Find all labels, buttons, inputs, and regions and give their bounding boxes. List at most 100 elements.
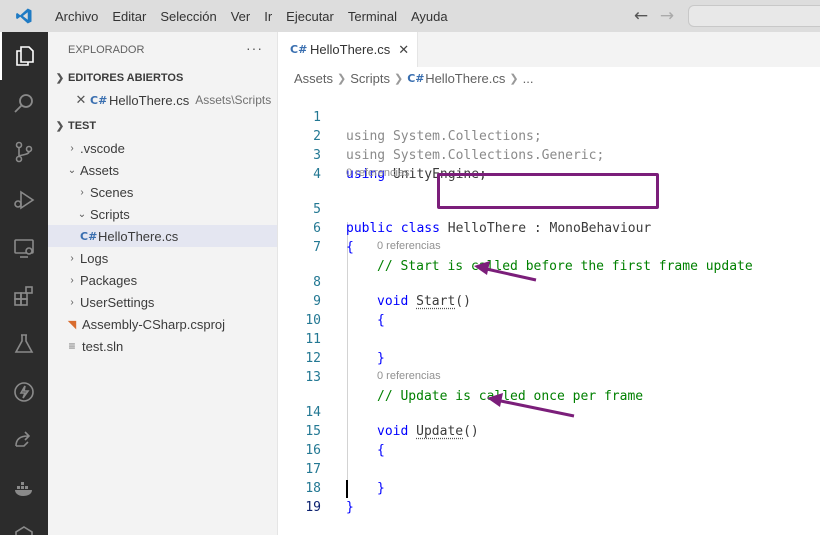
breadcrumb-file[interactable]: HelloThere.cs xyxy=(425,71,505,86)
open-editors-label: EDITORES ABIERTOS xyxy=(68,72,183,84)
run-debug-icon[interactable] xyxy=(0,176,48,224)
code-line-9: 9 { xyxy=(278,273,820,292)
code-line-8: 8 void Start() xyxy=(278,254,820,273)
line-number: 19 xyxy=(278,498,321,517)
chevron-down-icon: ⌄ xyxy=(74,209,90,220)
chevron-right-icon: ❯ xyxy=(509,72,518,85)
editor-tabs: C# HelloThere.cs ✕ xyxy=(278,32,820,67)
search-icon[interactable] xyxy=(0,80,48,128)
code-line-12: 12 xyxy=(278,330,820,349)
folder-label: TEST xyxy=(68,120,96,132)
code-line-11: 11 } xyxy=(278,311,820,330)
source-control-icon[interactable] xyxy=(0,128,48,176)
chevron-right-icon: › xyxy=(64,275,80,286)
menu-seleccion[interactable]: Selección xyxy=(153,9,223,24)
csharp-file-icon: C# xyxy=(407,72,423,85)
arrow-right-icon[interactable]: → xyxy=(654,6,680,26)
code-line-2: 2 using System.Collections.Generic; xyxy=(278,108,820,127)
tree-item-usersettings[interactable]: › UserSettings xyxy=(48,291,277,313)
tree-item-scenes[interactable]: › Scenes xyxy=(48,181,277,203)
title-bar: Archivo Editar Selección Ver Ir Ejecutar… xyxy=(0,0,820,32)
open-editors-header[interactable]: ❯ EDITORES ABIERTOS xyxy=(48,67,277,89)
chevron-right-icon: ❯ xyxy=(394,72,403,85)
csharp-file-icon: C# xyxy=(80,230,96,243)
docker-icon[interactable] xyxy=(0,464,48,512)
csharp-file-icon: C# xyxy=(90,94,106,107)
tree-item-label: .vscode xyxy=(80,141,125,156)
menu-archivo[interactable]: Archivo xyxy=(48,9,105,24)
explorer-title-text: EXPLORADOR xyxy=(68,44,144,56)
tree-item-label: UserSettings xyxy=(80,295,154,310)
tree-item-hellothere[interactable]: C# HelloThere.cs xyxy=(48,225,277,247)
chevron-right-icon: › xyxy=(74,187,90,198)
open-editor-name: HelloThere.cs xyxy=(109,93,189,108)
code-line-3: 3 using UnityEngine; xyxy=(278,127,820,146)
command-center-search[interactable] xyxy=(688,5,820,27)
tree-item-label: Packages xyxy=(80,273,137,288)
testing-icon[interactable] xyxy=(0,320,48,368)
chevron-right-icon: ❯ xyxy=(337,72,346,85)
code-line-18: 18 } xyxy=(278,460,820,479)
menu-terminal[interactable]: Terminal xyxy=(341,9,404,24)
navigation-arrows: ← → xyxy=(628,0,680,32)
breadcrumb: Assets ❯ Scripts ❯ C# HelloThere.cs ❯ ..… xyxy=(278,67,820,89)
breadcrumb-more[interactable]: ... xyxy=(523,71,534,86)
tree-item-label: test.sln xyxy=(82,339,123,354)
codelens-references[interactable]: 0 referencias xyxy=(346,167,410,181)
code-line-7: 7 // Start is called before the first fr… xyxy=(278,219,820,238)
chevron-right-icon: › xyxy=(64,253,80,264)
code-text: } xyxy=(346,498,354,517)
code-line-10: 10 xyxy=(278,292,820,311)
arrow-left-icon[interactable]: ← xyxy=(628,6,654,26)
menu-bar: Archivo Editar Selección Ver Ir Ejecutar… xyxy=(48,0,455,32)
chevron-right-icon: › xyxy=(64,297,80,308)
code-line-4: 4 xyxy=(278,146,820,165)
menu-ayuda[interactable]: Ayuda xyxy=(404,9,455,24)
tree-item-label: Assets xyxy=(80,163,119,178)
explorer-sidebar: EXPLORADOR ··· ❯ EDITORES ABIERTOS ✕ C# … xyxy=(48,32,278,535)
tree-item-vscode[interactable]: › .vscode xyxy=(48,137,277,159)
tree-item-label: Scenes xyxy=(90,185,133,200)
code-line-16: 16 xyxy=(278,422,820,441)
codelens-references[interactable]: 0 referencias xyxy=(377,370,441,384)
annotation-highlight-box xyxy=(437,173,659,209)
vscode-logo-icon xyxy=(0,0,48,32)
tree-item-logs[interactable]: › Logs xyxy=(48,247,277,269)
code-line-19: 19 xyxy=(278,479,820,498)
open-editor-item[interactable]: ✕ C# HelloThere.cs Assets\Scripts xyxy=(48,89,277,111)
open-editor-path: Assets\Scripts xyxy=(195,93,271,107)
close-icon[interactable]: ✕ xyxy=(398,42,409,58)
chevron-down-icon: ❯ xyxy=(52,73,68,84)
accounts-icon[interactable] xyxy=(0,512,48,535)
editor-area: C# HelloThere.cs ✕ Assets ❯ Scripts ❯ C#… xyxy=(278,32,820,535)
tree-item-assets[interactable]: ⌄ Assets xyxy=(48,159,277,181)
breadcrumb-assets[interactable]: Assets xyxy=(294,71,333,86)
codelens-references[interactable]: 0 referencias xyxy=(377,240,441,254)
code-line-17: 17 } xyxy=(278,441,820,460)
menu-ejecutar[interactable]: Ejecutar xyxy=(279,9,341,24)
folder-header-test[interactable]: ❯ TEST xyxy=(48,115,277,137)
close-icon[interactable]: ✕ xyxy=(72,92,90,108)
breadcrumb-scripts[interactable]: Scripts xyxy=(350,71,390,86)
code-line-14: 14 void Update() xyxy=(278,384,820,403)
live-share-icon[interactable] xyxy=(0,416,48,464)
explorer-title: EXPLORADOR ··· xyxy=(48,32,277,67)
menu-ir[interactable]: Ir xyxy=(257,9,279,24)
remote-explorer-icon[interactable] xyxy=(0,224,48,272)
tree-item-scripts[interactable]: ⌄ Scripts xyxy=(48,203,277,225)
code-line-15: 15 { xyxy=(278,403,820,422)
code-line-13: 13 // Update is called once per frame xyxy=(278,349,820,368)
lightning-icon[interactable] xyxy=(0,368,48,416)
tree-item-csproj[interactable]: ◥ Assembly-CSharp.csproj xyxy=(48,313,277,335)
chevron-down-icon: ⌄ xyxy=(64,165,80,176)
extensions-icon[interactable] xyxy=(0,272,48,320)
menu-ver[interactable]: Ver xyxy=(224,9,258,24)
explorer-icon[interactable] xyxy=(0,32,48,80)
tree-item-sln[interactable]: ≡ test.sln xyxy=(48,335,277,357)
rss-file-icon: ◥ xyxy=(64,318,80,331)
more-actions-icon[interactable]: ··· xyxy=(246,40,263,56)
tree-item-packages[interactable]: › Packages xyxy=(48,269,277,291)
menu-editar[interactable]: Editar xyxy=(105,9,153,24)
csharp-file-icon: C# xyxy=(290,43,306,56)
tab-hellothere[interactable]: C# HelloThere.cs ✕ xyxy=(278,32,418,67)
